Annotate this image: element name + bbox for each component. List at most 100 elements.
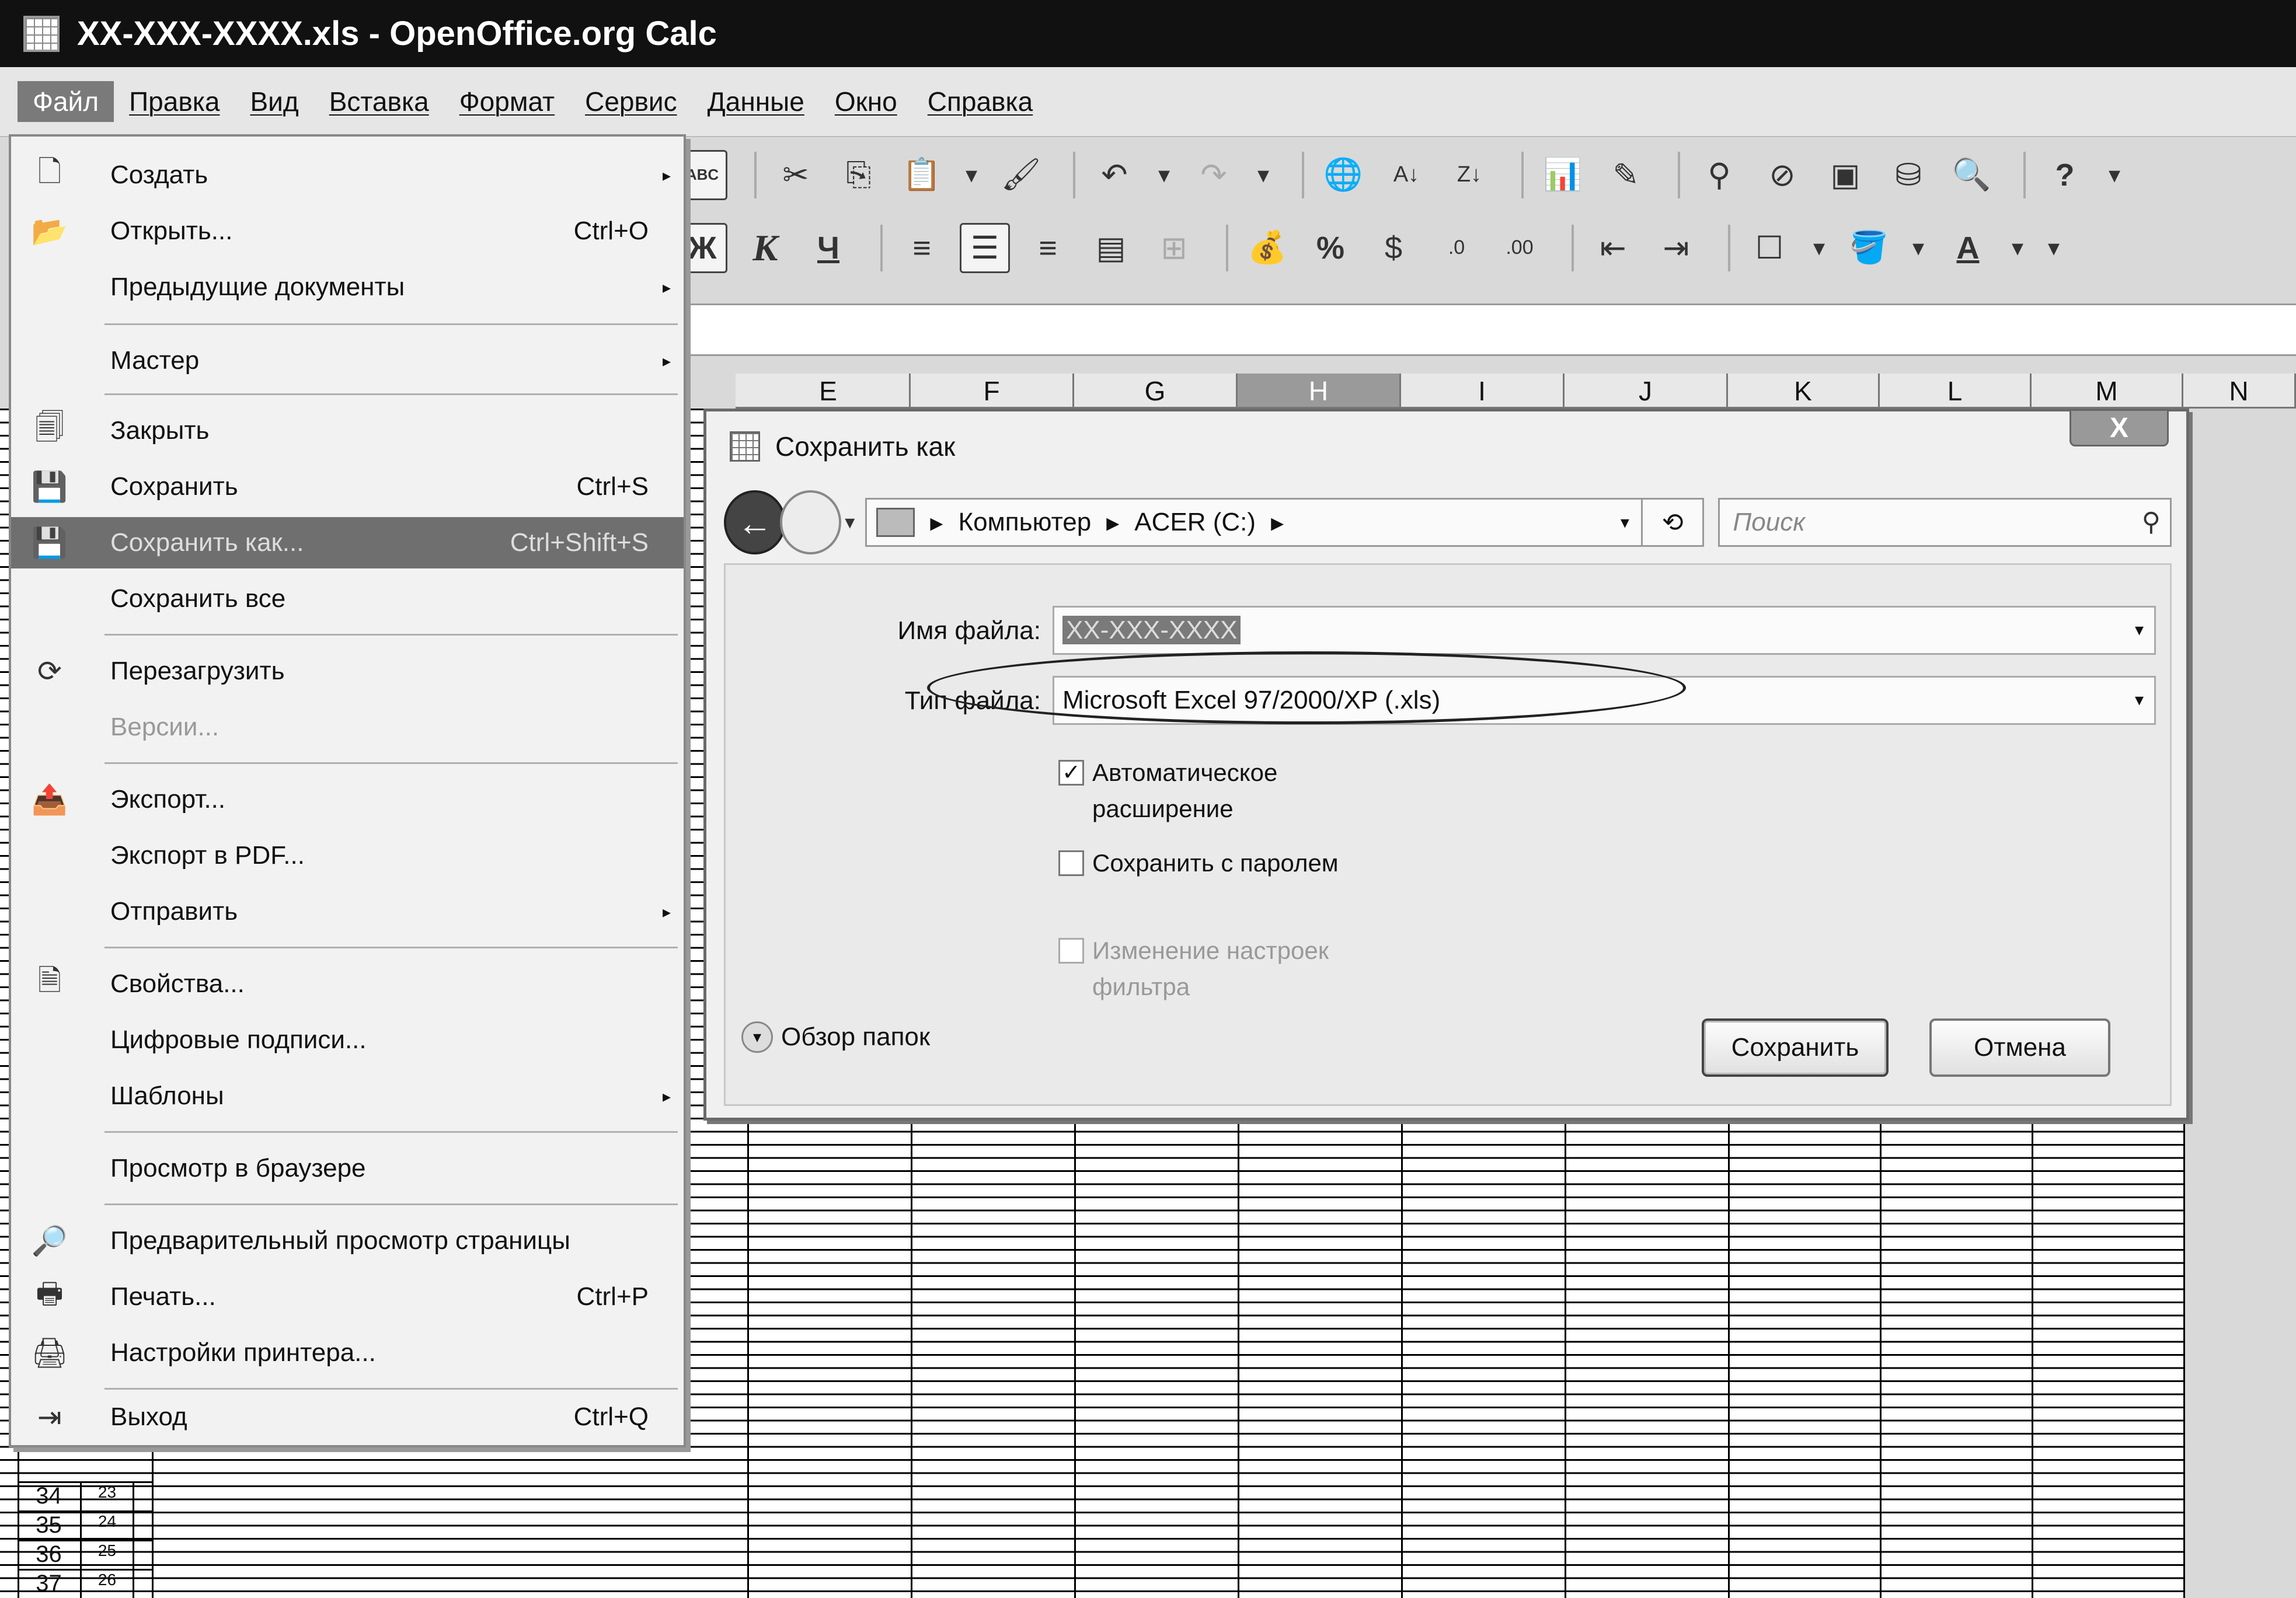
data-sources-icon[interactable]: ⛁ [1883, 150, 1933, 200]
row-header[interactable]: 35 [18, 1512, 82, 1540]
menu-item-page-preview[interactable]: 🔎 Предварительный просмотр страницы [11, 1215, 684, 1266]
forward-button[interactable] [779, 490, 842, 554]
draw-functions-icon[interactable]: ✎ [1601, 150, 1651, 200]
decrease-indent-icon[interactable]: ⇤ [1588, 223, 1638, 273]
increase-indent-icon[interactable]: ⇥ [1651, 223, 1701, 273]
percent-format-button[interactable]: % [1305, 223, 1356, 273]
save-button[interactable]: Сохранить [1702, 1018, 1889, 1077]
menu-item-new[interactable]: 🗋 Создать ▸ [11, 149, 684, 201]
column-header-j[interactable]: J [1565, 374, 1728, 409]
menu-item-save-all[interactable]: Сохранить все [11, 573, 684, 624]
zoom-icon[interactable]: 🔍 [1946, 150, 1997, 200]
align-center-icon[interactable]: ☰ [960, 222, 1010, 273]
menu-item-reload[interactable]: ⟳ Перезагрузить [11, 646, 684, 697]
gallery-icon[interactable]: ▣ [1820, 150, 1870, 200]
sort-ascending-icon[interactable]: A↓ [1381, 150, 1431, 200]
row-cell[interactable]: 25 [82, 1541, 134, 1569]
copy-icon[interactable]: ⎘ [834, 150, 884, 200]
menu-item-properties[interactable]: 🗎 Свойства... [11, 958, 684, 1010]
hyperlink-icon[interactable]: 🌐 [1318, 150, 1368, 200]
menu-item-print[interactable]: 🖶 Печать... Ctrl+P [11, 1271, 684, 1323]
breadcrumb-computer[interactable]: Компьютер [958, 508, 1091, 537]
merge-cells-icon[interactable]: ⊞ [1149, 223, 1199, 273]
search-input[interactable]: Поиск ⚲ [1718, 498, 2172, 547]
find-replace-icon[interactable]: ⚲ [1694, 150, 1744, 200]
undo-dropdown-icon[interactable]: ▾ [1152, 150, 1176, 200]
breadcrumb-drive[interactable]: ACER (C:) [1134, 508, 1256, 537]
paste-icon[interactable]: 📋 [897, 150, 947, 200]
justify-icon[interactable]: ▤ [1086, 223, 1136, 273]
menu-item-recent-documents[interactable]: Предыдущие документы ▸ [11, 261, 684, 313]
search-icon[interactable]: ⚲ [2142, 500, 2161, 545]
column-header-i[interactable]: I [1401, 374, 1565, 409]
redo-icon[interactable]: ↷ [1189, 150, 1239, 200]
standard-format-icon[interactable]: $ [1368, 223, 1419, 273]
sort-descending-icon[interactable]: Z↓ [1444, 150, 1494, 200]
menu-item-open[interactable]: 📂 Открыть... Ctrl+O [11, 205, 684, 257]
row-cell[interactable]: 24 [82, 1512, 134, 1540]
menu-tools[interactable]: Сервис [570, 81, 692, 122]
history-dropdown-icon[interactable]: ▾ [845, 511, 855, 534]
row-header[interactable]: 36 [18, 1541, 82, 1569]
format-paintbrush-icon[interactable]: 🖌 [996, 150, 1046, 200]
column-header-l[interactable]: L [1880, 374, 2032, 409]
font-color-icon[interactable]: A [1943, 223, 1993, 273]
delete-decimal-icon[interactable]: .00 [1494, 223, 1545, 273]
address-dropdown-icon[interactable]: ▾ [1621, 512, 1629, 533]
background-color-dropdown-icon[interactable]: ▾ [1907, 223, 1930, 273]
breadcrumb-separator-icon[interactable]: ▸ [1271, 508, 1284, 538]
menu-view[interactable]: Вид [235, 81, 313, 122]
toolbar-options-icon[interactable]: ▾ [2042, 223, 2065, 273]
filetype-dropdown-icon[interactable]: ▾ [2135, 678, 2144, 723]
breadcrumb-separator-icon[interactable]: ▸ [1106, 508, 1119, 538]
back-button[interactable]: ← [724, 490, 786, 554]
redo-dropdown-icon[interactable]: ▾ [1252, 150, 1275, 200]
menu-item-preview-in-browser[interactable]: Просмотр в браузере [11, 1143, 684, 1194]
column-header-e[interactable]: E [747, 374, 911, 409]
underline-button[interactable]: Ч [803, 223, 853, 273]
chart-icon[interactable]: 📊 [1538, 150, 1588, 200]
align-right-icon[interactable]: ≡ [1023, 223, 1073, 273]
checkbox-unchecked-icon[interactable] [1058, 850, 1084, 876]
menu-window[interactable]: Окно [820, 81, 912, 122]
font-color-dropdown-icon[interactable]: ▾ [2006, 223, 2029, 273]
filename-dropdown-icon[interactable]: ▾ [2135, 608, 2144, 653]
menu-item-close[interactable]: 🗐 Закрыть [11, 405, 684, 456]
column-header-f[interactable]: F [911, 374, 1074, 409]
row-header[interactable]: 34 [18, 1483, 82, 1510]
breadcrumb-separator-icon[interactable]: ▸ [930, 508, 943, 538]
italic-button[interactable]: К [740, 223, 790, 273]
column-header-k[interactable]: K [1728, 374, 1880, 409]
undo-icon[interactable]: ↶ [1089, 150, 1140, 200]
add-decimal-icon[interactable]: .0 [1431, 223, 1482, 273]
borders-icon[interactable]: ☐ [1744, 223, 1795, 273]
currency-format-icon[interactable]: 💰 [1242, 223, 1292, 273]
menu-format[interactable]: Формат [444, 81, 570, 122]
menu-item-save[interactable]: 💾 Сохранить Ctrl+S [11, 461, 684, 512]
column-header-h[interactable]: H [1238, 374, 1401, 409]
menu-item-printer-settings[interactable]: 🖨 Настройки принтера... [11, 1327, 684, 1379]
column-header-m[interactable]: M [2032, 374, 2183, 409]
cancel-button[interactable]: Отмена [1929, 1018, 2110, 1077]
column-header-g[interactable]: G [1074, 374, 1238, 409]
filename-field[interactable]: XX-XXX-XXXX ▾ [1053, 606, 2156, 655]
checkbox-checked-icon[interactable]: ✓ [1058, 760, 1084, 786]
help-icon[interactable]: ? [2040, 150, 2090, 200]
align-left-icon[interactable]: ≡ [897, 223, 947, 273]
menu-item-send[interactable]: Отправить ▸ [11, 886, 684, 937]
expand-chevron-icon[interactable]: ▾ [741, 1021, 773, 1053]
menu-file[interactable]: Файл [18, 81, 114, 122]
toolbar-options-icon[interactable]: ▾ [2103, 150, 2126, 200]
cut-icon[interactable]: ✂ [771, 150, 821, 200]
row-cell[interactable]: 23 [82, 1483, 134, 1510]
menu-help[interactable]: Справка [912, 81, 1048, 122]
menu-item-wizards[interactable]: Мастер ▸ [11, 335, 684, 386]
row-header[interactable]: 37 [18, 1571, 82, 1598]
address-bar[interactable]: ▸ Компьютер ▸ ACER (C:) ▸ ▾ [865, 498, 1643, 547]
menu-item-digital-signatures[interactable]: Цифровые подписи... [11, 1014, 684, 1066]
menu-insert[interactable]: Вставка [314, 81, 444, 122]
borders-dropdown-icon[interactable]: ▾ [1807, 223, 1831, 273]
save-with-password-checkbox[interactable]: Сохранить с паролем [1058, 845, 1339, 881]
browse-folders-toggle[interactable]: ▾ Обзор папок [741, 1021, 930, 1053]
menu-item-export-pdf[interactable]: Экспорт в PDF... [11, 830, 684, 881]
